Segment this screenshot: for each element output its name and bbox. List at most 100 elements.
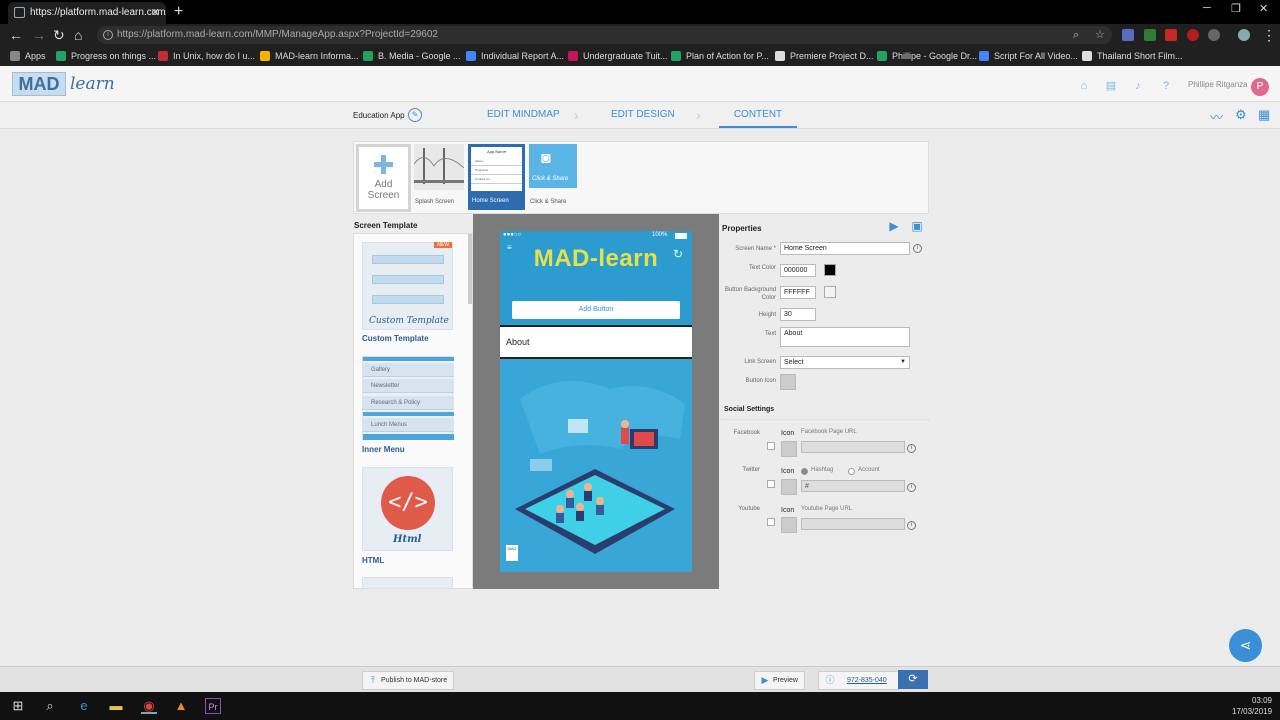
button-bg-color-input[interactable]: [780, 286, 816, 299]
home-icon[interactable]: ⌂: [74, 27, 82, 43]
grid-icon[interactable]: ▦: [1258, 107, 1270, 123]
extension-icon[interactable]: [1144, 29, 1156, 41]
facebook-checkbox[interactable]: [767, 442, 775, 450]
inner-menu-card[interactable]: Gallery Newsletter Research & Policy Lun…: [362, 356, 454, 440]
gear-icon[interactable]: ⚙: [1235, 107, 1247, 123]
hashtag-radio[interactable]: [801, 468, 808, 475]
taskbar-clock[interactable]: 03:09 17/03/2019: [1232, 695, 1272, 717]
youtube-checkbox[interactable]: [767, 518, 775, 526]
twitter-checkbox[interactable]: [767, 480, 775, 488]
about-button[interactable]: About: [500, 325, 692, 359]
browser-tab[interactable]: https://platform.mad-learn.com/ ✕: [8, 2, 166, 24]
inner-menu-label[interactable]: Inner Menu: [362, 445, 405, 454]
vlc-icon[interactable]: ▲: [173, 698, 189, 714]
edit-pencil-icon[interactable]: ✎: [408, 108, 422, 122]
preview-code[interactable]: ⓘ 972-835-040: [818, 671, 899, 690]
height-input[interactable]: [780, 308, 816, 321]
html-template-card[interactable]: </> Html: [362, 467, 453, 551]
bookmark-item[interactable]: Apps: [10, 46, 46, 66]
chrome-icon[interactable]: ◉: [141, 698, 157, 714]
premiere-icon[interactable]: Pr: [205, 698, 221, 714]
bookmark-item[interactable]: Undergraduate Tuit...: [568, 46, 668, 66]
preview-button[interactable]: ▶ Preview: [754, 671, 805, 690]
tab-content[interactable]: CONTENT: [719, 109, 797, 128]
home-icon[interactable]: ⌂: [1078, 80, 1090, 92]
edge-icon[interactable]: e: [76, 698, 92, 714]
text-color-input[interactable]: [780, 264, 816, 277]
windows-start-icon[interactable]: ⊞: [10, 698, 26, 714]
youtube-icon-picker[interactable]: [781, 517, 797, 533]
bookmark-item[interactable]: Phillipe - Google Dr...: [877, 46, 977, 66]
button-bg-swatch[interactable]: [824, 286, 836, 298]
template-scrollbar[interactable]: [468, 234, 472, 304]
document-icon[interactable]: ▤: [1105, 80, 1117, 92]
add-button[interactable]: Add Button: [512, 301, 680, 319]
twitter-input[interactable]: [801, 480, 905, 492]
template-card[interactable]: [362, 577, 453, 588]
info-icon[interactable]: i: [913, 244, 922, 253]
analytics-icon[interactable]: 〰: [1210, 107, 1223, 126]
new-tab-icon[interactable]: +: [174, 2, 183, 22]
share-icon[interactable]: ⋖: [1229, 629, 1262, 662]
publish-button[interactable]: ⤒ Publish to MAD-store: [362, 671, 455, 690]
close-window-icon[interactable]: ✕: [1259, 2, 1268, 15]
bookmark-item[interactable]: Plan of Action for P...: [671, 46, 769, 66]
menu-kebab-icon[interactable]: ⋮: [1262, 27, 1276, 43]
bookmark-item[interactable]: MAD-learn Informa...: [260, 46, 359, 66]
reload-icon[interactable]: ↻: [53, 27, 65, 43]
extension-icon[interactable]: [1208, 29, 1220, 41]
site-info-icon[interactable]: i: [103, 30, 113, 40]
minimize-icon[interactable]: ─: [1203, 2, 1211, 14]
bookmark-item[interactable]: Thailand Short Film...: [1082, 46, 1183, 66]
tab-edit-mindmap[interactable]: EDIT MINDMAP: [487, 109, 560, 120]
extension-icon[interactable]: [1165, 29, 1177, 41]
bookmark-star-icon[interactable]: ☆: [1095, 26, 1105, 44]
forward-icon[interactable]: →: [32, 27, 46, 43]
url-field[interactable]: i https://platform.mad-learn.com/MMP/Man…: [97, 26, 1112, 44]
user-name[interactable]: Phillipe Ritganza: [1188, 80, 1248, 89]
maximize-icon[interactable]: ❐: [1231, 2, 1241, 15]
back-icon[interactable]: ←: [9, 27, 23, 43]
screen-thumb-click-share[interactable]: ◙ Click & Share Click & Share: [529, 144, 585, 205]
account-radio[interactable]: [848, 468, 855, 475]
refresh-code-button[interactable]: ⟳: [898, 670, 928, 689]
play-icon[interactable]: ▶: [886, 218, 902, 234]
bookmark-item[interactable]: Progress on things ...: [56, 46, 156, 66]
youtube-url-input[interactable]: [801, 518, 905, 530]
bell-icon[interactable]: ♪: [1132, 80, 1144, 92]
facebook-url-input[interactable]: [801, 441, 905, 453]
extension-icon[interactable]: [1122, 29, 1134, 41]
bookmark-item[interactable]: Script For All Video...: [979, 46, 1078, 66]
link-screen-select[interactable]: Select ▼: [780, 356, 910, 369]
block-extension-icon[interactable]: [1187, 29, 1199, 41]
info-icon[interactable]: i: [907, 521, 916, 530]
folder-icon[interactable]: ▬: [108, 698, 124, 714]
facebook-icon-picker[interactable]: [781, 441, 797, 457]
help-icon[interactable]: ?: [1160, 80, 1172, 92]
bookmark-item[interactable]: In Unix, how do I u...: [158, 46, 255, 66]
twitter-icon-picker[interactable]: [781, 479, 797, 495]
profile-icon[interactable]: [1238, 29, 1250, 41]
bookmark-item[interactable]: Premiere Project D...: [775, 46, 874, 66]
search-icon[interactable]: ⌕: [42, 698, 58, 714]
info-icon[interactable]: i: [907, 444, 916, 453]
custom-template-card[interactable]: NEW Custom Template: [362, 242, 453, 330]
zoom-icon[interactable]: ⌕: [1073, 26, 1079, 44]
html-label[interactable]: HTML: [362, 556, 384, 565]
custom-template-label[interactable]: Custom Template: [362, 334, 429, 343]
close-tab-icon[interactable]: ✕: [151, 2, 160, 24]
info-icon[interactable]: i: [907, 483, 916, 492]
screen-thumb-home[interactable]: App Name About Programs Contact Us Home …: [468, 144, 525, 210]
avatar[interactable]: P: [1251, 78, 1269, 96]
chevron-right-icon: ›: [574, 107, 579, 123]
button-icon-picker[interactable]: [780, 374, 796, 390]
screen-thumb-splash[interactable]: Splash Screen: [413, 144, 470, 205]
tab-edit-design[interactable]: EDIT DESIGN: [611, 109, 675, 120]
screen-name-input[interactable]: [780, 242, 910, 255]
save-icon[interactable]: ▣: [909, 218, 925, 234]
bookmark-item[interactable]: Individual Report A...: [466, 46, 564, 66]
text-color-swatch[interactable]: [824, 264, 836, 276]
add-screen-button[interactable]: ✚ Add Screen: [356, 144, 411, 212]
text-area[interactable]: About: [780, 327, 910, 347]
bookmark-item[interactable]: B. Media - Google ...: [363, 46, 461, 66]
